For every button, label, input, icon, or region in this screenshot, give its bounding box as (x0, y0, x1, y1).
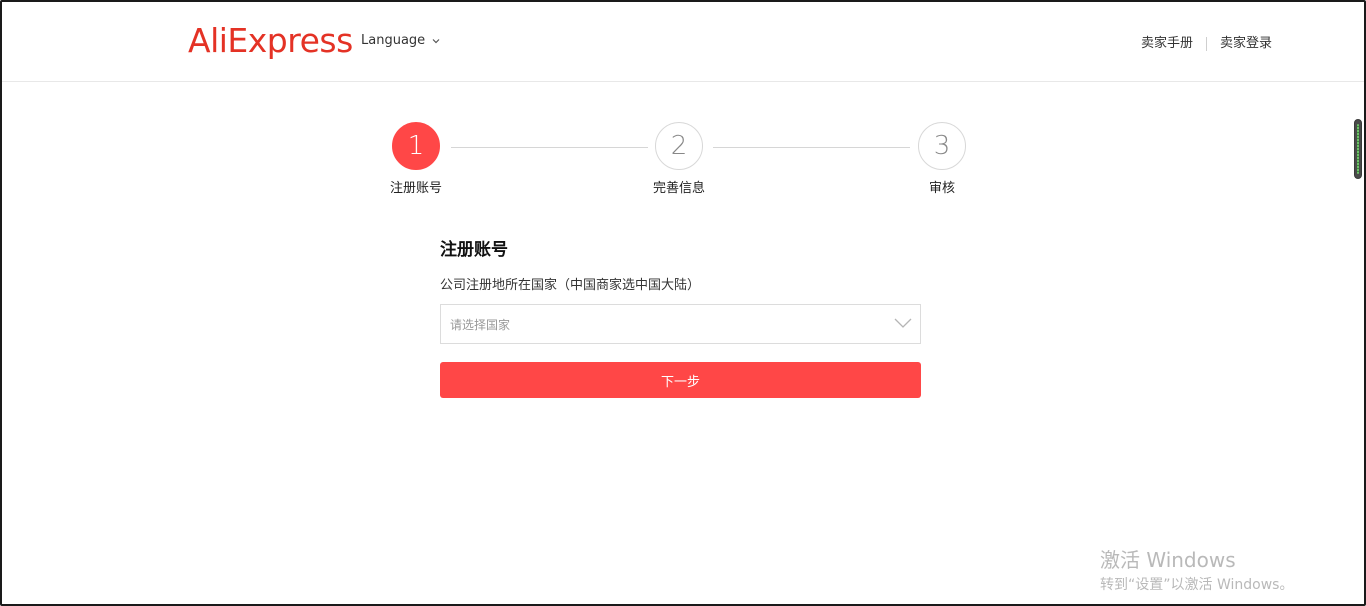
browser-frame: AliExpress Language 卖家手册 卖家登录 1 2 3 注册账号… (0, 0, 1366, 606)
register-form: 注册账号 公司注册地所在国家（中国商家选中国大陆） 请选择国家 下一步 (440, 238, 921, 398)
country-select[interactable]: 请选择国家 (440, 304, 921, 344)
step-2-circle: 2 (655, 122, 703, 170)
next-step-button[interactable]: 下一步 (440, 362, 921, 398)
country-field-label: 公司注册地所在国家（中国商家选中国大陆） (440, 278, 701, 293)
step-3-label: 审核 (928, 181, 955, 196)
step-3-circle: 3 (918, 122, 966, 170)
progress-steps: 1 2 3 注册账号 完善信息 审核 (2, 2, 1364, 202)
windows-activation-watermark: 激活 Windows 转到“设置”以激活 Windows。 (1100, 547, 1293, 595)
watermark-line-1: 激活 Windows (1100, 548, 1236, 572)
watermark-line-2: 转到“设置”以激活 Windows。 (1100, 577, 1294, 593)
step-2-label: 完善信息 (652, 181, 705, 196)
chevron-down-icon (894, 318, 912, 328)
form-title: 注册账号 (440, 240, 508, 260)
step-1-label: 注册账号 (389, 181, 442, 196)
step-connector-1 (451, 147, 648, 148)
step-1-circle: 1 (392, 122, 440, 170)
country-placeholder: 请选择国家 (450, 318, 511, 332)
step-connector-2 (713, 147, 910, 148)
